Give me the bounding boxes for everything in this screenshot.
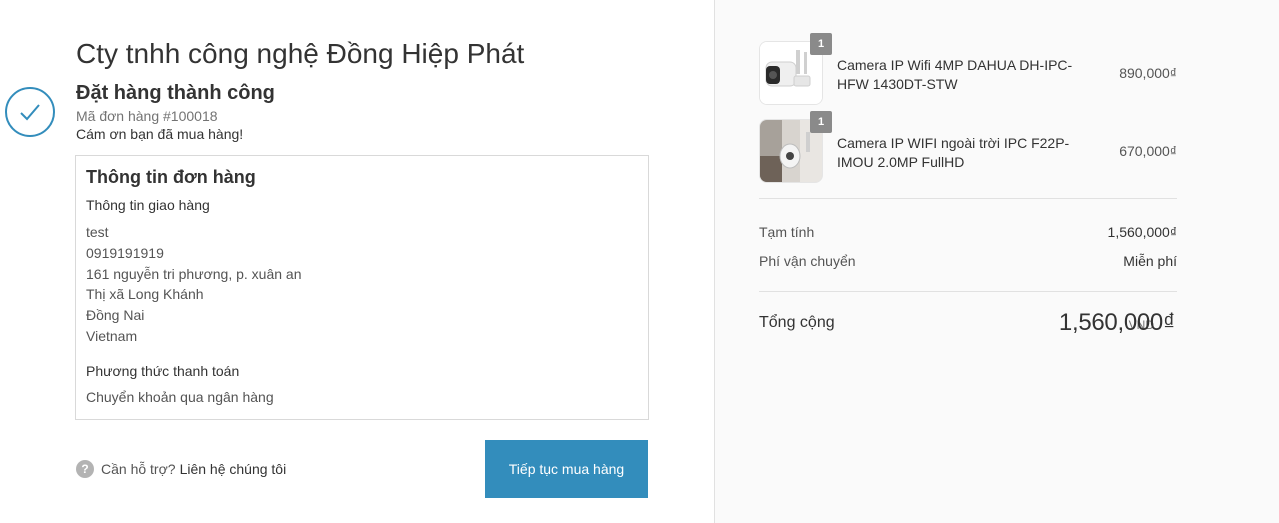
help-row: ? Cần hỗ trợ? Liên hệ chúng tôi <box>76 460 286 478</box>
total-value: 1,560,000₫ <box>1058 309 1175 336</box>
address-line: 161 nguyễn tri phương, p. xuân an <box>86 265 302 282</box>
address-line: 0919191919 <box>86 244 164 261</box>
address-line: Vietnam <box>86 327 138 344</box>
product-name: Camera IP WIFI ngoài trời IPC F22P-IMOU … <box>837 135 1070 170</box>
subtotal-label: Tạm tính <box>759 224 815 240</box>
payment-method-heading: Phương thức thanh toán <box>86 363 240 379</box>
shipping-fee-value: Miễn phí <box>1123 253 1177 269</box>
help-icon: ? <box>76 460 94 478</box>
continue-shopping-button[interactable]: Tiếp tục mua hàng <box>485 440 648 498</box>
subtotal-value: 1,560,000₫ <box>1107 224 1177 240</box>
product-price: 670,000₫ <box>1119 143 1177 159</box>
address-line: Thị xã Long Khánh <box>86 286 204 303</box>
divider <box>759 291 1177 292</box>
cart-item: 1 Camera IP Wifi 4MP DAHUA DH-IPC-HFW 14… <box>759 33 1177 105</box>
cart-item: 1 Camera IP WIFI ngoài trời IPC F22P-IMO… <box>759 111 1177 183</box>
total-label: Tổng cộng <box>759 314 835 331</box>
check-circle-icon <box>5 87 55 137</box>
main-content: Cty tnhh công nghệ Đồng Hiệp Phát Đặt hà… <box>0 0 714 523</box>
order-info-box: Thông tin đơn hàng Thông tin giao hàng t… <box>75 155 649 420</box>
contact-us-link[interactable]: Liên hệ chúng tôi <box>180 461 287 477</box>
order-success-title: Đặt hàng thành công <box>76 82 275 104</box>
shipping-info-heading: Thông tin giao hàng <box>86 197 210 213</box>
shipping-address: test 0919191919 161 nguyễn tri phương, p… <box>86 222 301 347</box>
address-line: test <box>86 224 109 240</box>
thank-you-message: Cám ơn bạn đã mua hàng! <box>76 126 244 142</box>
order-number: Mã đơn hàng #100018 <box>76 108 218 124</box>
order-summary-sidebar: 1 Camera IP Wifi 4MP DAHUA DH-IPC-HFW 14… <box>714 0 1279 523</box>
divider <box>759 198 1177 199</box>
shop-name[interactable]: Cty tnhh công nghệ Đồng Hiệp Phát <box>76 38 524 70</box>
shipping-fee-label: Phí vận chuyển <box>759 253 856 269</box>
quantity-badge: 1 <box>810 111 832 133</box>
quantity-badge: 1 <box>810 33 832 55</box>
product-price: 890,000₫ <box>1119 65 1177 81</box>
product-name: Camera IP Wifi 4MP DAHUA DH-IPC-HFW 1430… <box>837 57 1073 92</box>
address-line: Đồng Nai <box>86 307 145 324</box>
help-question: Cần hỗ trợ? <box>101 461 176 477</box>
order-info-heading: Thông tin đơn hàng <box>86 167 256 187</box>
payment-method-value: Chuyển khoản qua ngân hàng <box>86 389 274 405</box>
